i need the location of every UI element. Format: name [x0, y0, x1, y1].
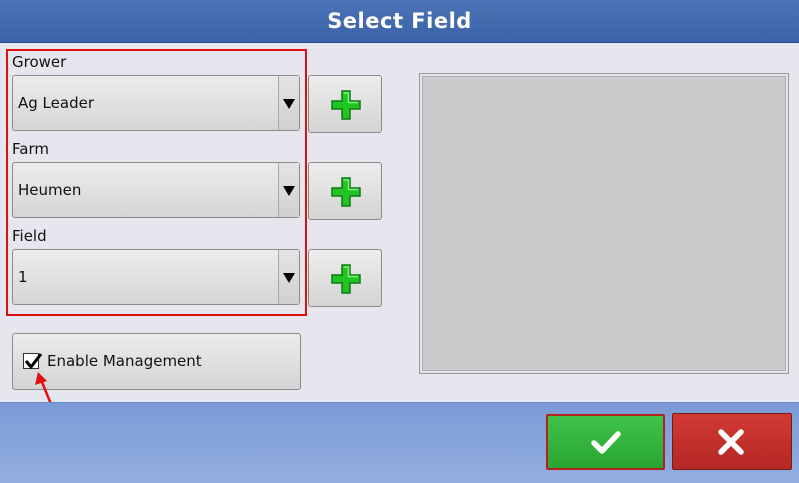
add-grower-button[interactable] [308, 75, 382, 133]
field-dropdown-arrow[interactable] [278, 250, 299, 304]
field-dropdown[interactable]: 1 [12, 249, 300, 305]
grower-value: Ag Leader [18, 94, 94, 112]
x-icon [718, 429, 744, 455]
farm-dropdown[interactable]: Heumen [12, 162, 300, 218]
triangle-down-icon [283, 99, 295, 109]
enable-management-checkbox[interactable] [23, 353, 42, 370]
farm-value: Heumen [18, 181, 82, 199]
cancel-button[interactable] [672, 413, 792, 470]
field-value: 1 [18, 268, 28, 286]
ok-button[interactable] [546, 414, 665, 470]
farm-label: Farm [12, 140, 49, 158]
plus-icon [331, 177, 361, 207]
grower-dropdown[interactable]: Ag Leader [12, 75, 300, 131]
dialog-title-bar: Select Field [0, 0, 799, 43]
field-label: Field [12, 227, 47, 245]
add-farm-button[interactable] [308, 162, 382, 220]
farm-dropdown-arrow[interactable] [278, 163, 299, 217]
checkmark-icon [591, 431, 621, 454]
grower-dropdown-arrow[interactable] [278, 76, 299, 130]
dialog-title: Select Field [327, 9, 472, 33]
grower-label: Grower [12, 53, 67, 71]
plus-icon [331, 264, 361, 294]
enable-management-label: Enable Management [47, 352, 202, 370]
triangle-down-icon [283, 186, 295, 196]
add-field-button[interactable] [308, 249, 382, 307]
field-preview-panel [419, 73, 789, 374]
triangle-down-icon [283, 273, 295, 283]
plus-icon [331, 90, 361, 120]
